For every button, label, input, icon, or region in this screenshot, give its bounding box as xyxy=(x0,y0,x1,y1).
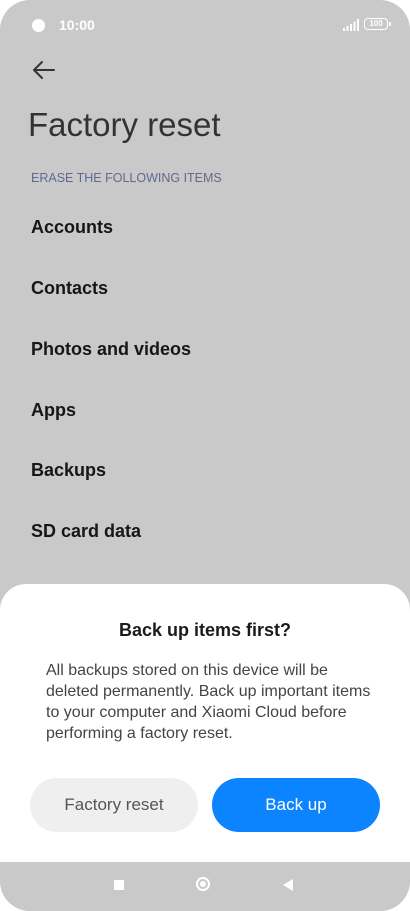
page-title: Factory reset xyxy=(28,106,221,143)
nav-back-icon[interactable] xyxy=(283,879,293,891)
camera-icon xyxy=(32,19,45,32)
list-item-sd-card-data[interactable]: SD card data xyxy=(31,521,141,542)
signal-icon xyxy=(343,19,359,31)
navigation-bar xyxy=(0,862,410,911)
list-item-photos-videos[interactable]: Photos and videos xyxy=(31,339,191,360)
status-bar: 10:00 100 xyxy=(0,0,410,50)
list-item-backups[interactable]: Backups xyxy=(31,460,106,481)
back-arrow-icon[interactable] xyxy=(28,56,60,84)
list-item-apps[interactable]: Apps xyxy=(31,400,76,421)
section-header: ERASE THE FOLLOWING ITEMS xyxy=(31,171,222,185)
dialog-message: All backups stored on this device will b… xyxy=(46,662,371,742)
home-icon[interactable] xyxy=(196,877,210,891)
backup-dialog: Back up items first? All backups stored … xyxy=(0,584,410,862)
phone-screen: 10:00 100 Factory reset ERASE THE FOLLOW… xyxy=(0,0,410,911)
dialog-title: Back up items first? xyxy=(118,620,292,640)
recent-apps-icon[interactable] xyxy=(114,880,124,890)
back-up-button[interactable]: Back up xyxy=(212,778,380,832)
list-item-accounts[interactable]: Accounts xyxy=(31,217,113,238)
list-item-contacts[interactable]: Contacts xyxy=(31,278,108,299)
battery-icon: 100 xyxy=(364,18,388,30)
status-time: 10:00 xyxy=(59,17,95,33)
battery-tip xyxy=(389,22,391,26)
factory-reset-button[interactable]: Factory reset xyxy=(30,778,198,832)
